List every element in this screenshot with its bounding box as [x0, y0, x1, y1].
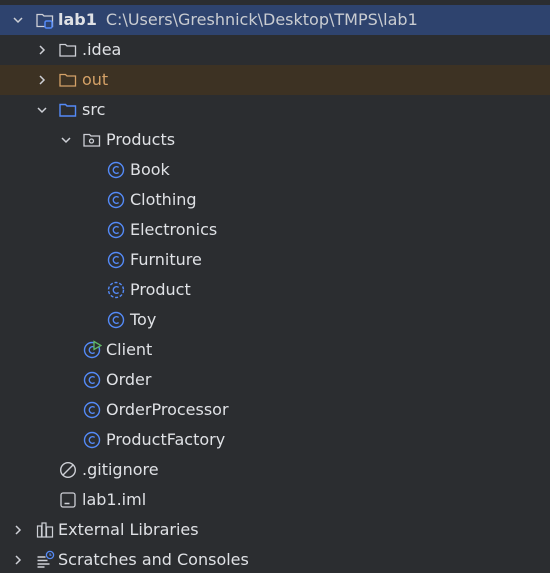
- tree-node-products-package[interactable]: Products: [0, 125, 550, 155]
- tree-node-label: .idea: [82, 40, 122, 59]
- excluded-folder-icon: [58, 70, 78, 90]
- project-name: lab1: [58, 10, 97, 29]
- scratches-icon: [35, 550, 55, 570]
- tree-node-label: Toy: [130, 310, 157, 329]
- tree-node-out[interactable]: out: [0, 65, 550, 95]
- tree-node-lab1[interactable]: lab1 C:\Users\Greshnick\Desktop\TMPS\lab1: [0, 5, 550, 35]
- ignore-file-icon: [58, 460, 78, 480]
- class-icon: [82, 370, 102, 390]
- tree-node-label: Furniture: [130, 250, 202, 269]
- tree-node-class-orderprocessor[interactable]: OrderProcessor: [0, 395, 550, 425]
- tree-node-class-product[interactable]: Product: [0, 275, 550, 305]
- tree-node-label: lab1.iml: [82, 490, 147, 509]
- class-icon: [106, 220, 126, 240]
- module-folder-icon: [35, 10, 55, 30]
- tree-node-class-electronics[interactable]: Electronics: [0, 215, 550, 245]
- chevron-down-icon[interactable]: [34, 102, 50, 118]
- class-icon: [106, 310, 126, 330]
- class-icon: [106, 190, 126, 210]
- tree-node-gitignore[interactable]: .gitignore: [0, 455, 550, 485]
- tree-node-scratches[interactable]: Scratches and Consoles: [0, 545, 550, 573]
- tree-node-class-productfactory[interactable]: ProductFactory: [0, 425, 550, 455]
- package-icon: [82, 130, 102, 150]
- tree-node-external-libraries[interactable]: External Libraries: [0, 515, 550, 545]
- tree-node-label: out: [82, 70, 109, 89]
- tree-node-class-client[interactable]: Client: [0, 335, 550, 365]
- chevron-right-icon[interactable]: [34, 42, 50, 58]
- chevron-right-icon[interactable]: [34, 72, 50, 88]
- tree-node-src[interactable]: src: [0, 95, 550, 125]
- tree-node-class-order[interactable]: Order: [0, 365, 550, 395]
- tree-node-label: Client: [106, 340, 153, 359]
- tree-node-label: Book: [130, 160, 170, 179]
- class-icon: [82, 430, 102, 450]
- chevron-right-icon[interactable]: [10, 552, 26, 568]
- tree-node-label: Clothing: [130, 190, 197, 209]
- chevron-down-icon[interactable]: [10, 12, 26, 28]
- abstract-class-icon: [106, 280, 126, 300]
- tree-node-label: src: [82, 100, 106, 119]
- runnable-class-icon: [82, 340, 102, 360]
- tree-node-idea[interactable]: .idea: [0, 35, 550, 65]
- class-icon: [82, 400, 102, 420]
- iml-file-icon: [58, 490, 78, 510]
- folder-icon: [58, 40, 78, 60]
- tree-node-label: .gitignore: [82, 460, 159, 479]
- tree-node-class-book[interactable]: Book: [0, 155, 550, 185]
- project-tree: lab1 C:\Users\Greshnick\Desktop\TMPS\lab1…: [0, 0, 550, 573]
- tree-node-iml[interactable]: lab1.iml: [0, 485, 550, 515]
- tree-node-label: Products: [106, 130, 176, 149]
- tree-node-label: lab1 C:\Users\Greshnick\Desktop\TMPS\lab1: [58, 5, 418, 35]
- tree-node-label: Electronics: [130, 220, 218, 239]
- tree-node-class-toy[interactable]: Toy: [0, 305, 550, 335]
- tree-node-label: Scratches and Consoles: [58, 550, 249, 569]
- class-icon: [106, 160, 126, 180]
- chevron-right-icon[interactable]: [10, 522, 26, 538]
- class-icon: [106, 250, 126, 270]
- library-icon: [35, 520, 55, 540]
- tree-node-label: OrderProcessor: [106, 400, 229, 419]
- chevron-down-icon[interactable]: [58, 132, 74, 148]
- tree-node-label: External Libraries: [58, 520, 199, 539]
- tree-node-label: Product: [130, 280, 191, 299]
- source-folder-icon: [58, 100, 78, 120]
- tree-node-label: ProductFactory: [106, 430, 226, 449]
- tree-node-label: Order: [106, 370, 152, 389]
- project-path: C:\Users\Greshnick\Desktop\TMPS\lab1: [105, 10, 418, 29]
- tree-node-class-furniture[interactable]: Furniture: [0, 245, 550, 275]
- tree-node-class-clothing[interactable]: Clothing: [0, 185, 550, 215]
